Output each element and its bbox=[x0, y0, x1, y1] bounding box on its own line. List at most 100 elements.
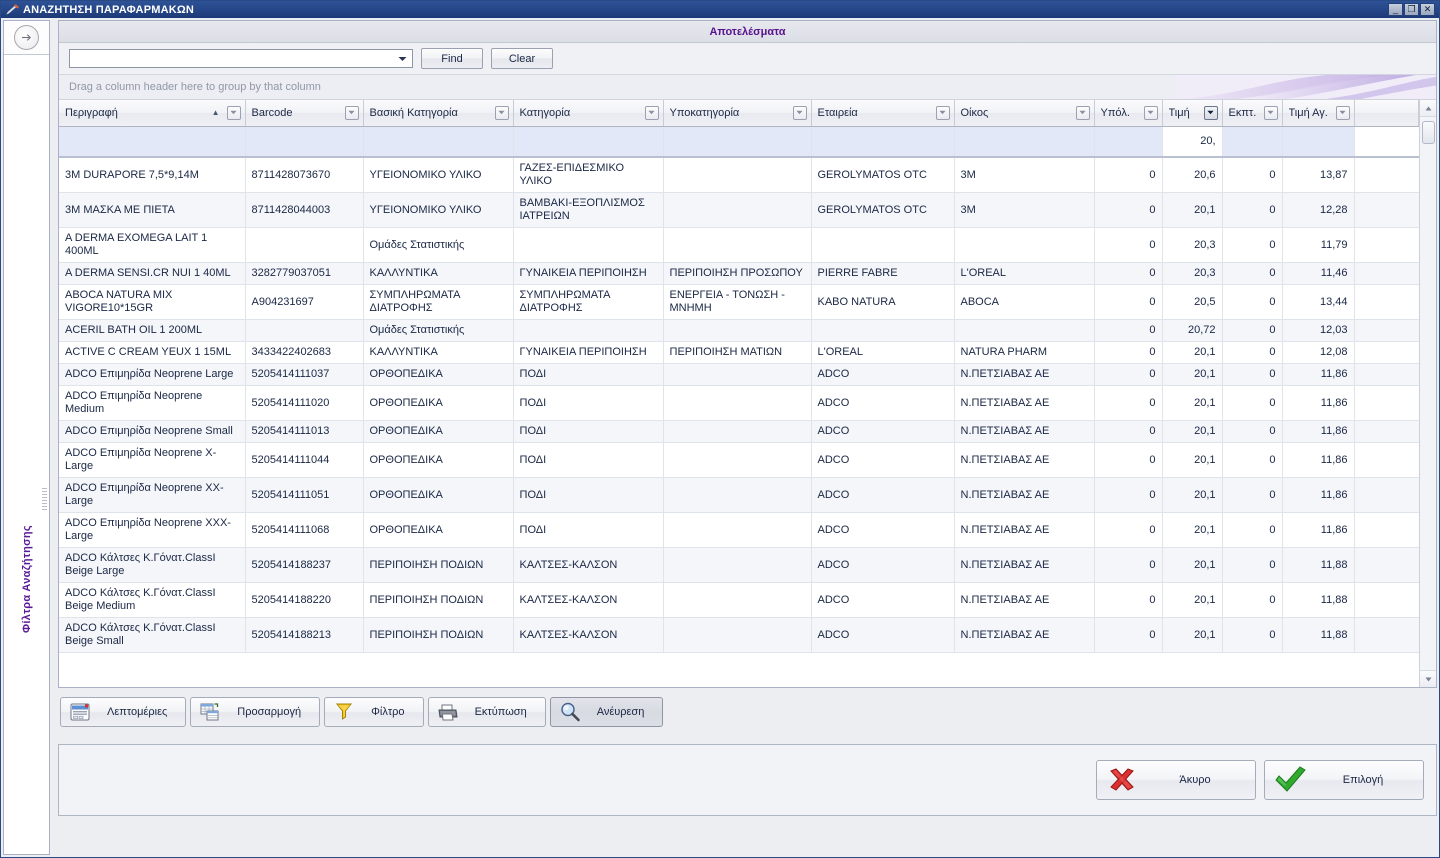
grid-vertical-scrollbar[interactable] bbox=[1419, 100, 1436, 687]
cell-timiag[interactable]: 11,86 bbox=[1282, 512, 1355, 548]
cell-ekpt[interactable]: 0 bbox=[1222, 262, 1283, 285]
cell-perigrafi[interactable]: ACERIL BATH OIL 1 200ML bbox=[59, 319, 246, 342]
cell-barcode[interactable]: 5205414111013 bbox=[245, 420, 364, 443]
find-button[interactable]: Find bbox=[421, 48, 483, 69]
cell-timiag[interactable]: 11,86 bbox=[1282, 420, 1355, 443]
column-filter-icon[interactable] bbox=[1263, 105, 1278, 120]
cell-ekpt[interactable]: 0 bbox=[1222, 512, 1283, 548]
cell-katigoria[interactable]: ΠΟΔΙ bbox=[513, 477, 664, 513]
cell-katigoria[interactable]: ΚΑΛΤΣΕΣ-ΚΑΛΣΟΝ bbox=[513, 617, 664, 653]
cell-basiki[interactable]: ΥΓΕΙΟΝΟΜΙΚΟ ΥΛΙΚΟ bbox=[363, 157, 514, 193]
cell-oikos[interactable]: Ν.ΠΕΤΣΙΑΒΑΣ ΑΕ bbox=[954, 582, 1095, 618]
toolbar-button-προσαρμογή[interactable]: Προσαρμογή bbox=[190, 697, 321, 727]
cell-oikos[interactable]: Ν.ΠΕΤΣΙΑΒΑΣ ΑΕ bbox=[954, 385, 1095, 421]
cell-etaireia[interactable]: GEROLYMATOS OTC bbox=[811, 192, 955, 228]
grid-header-ypokat[interactable]: Υποκατηγορία bbox=[663, 100, 812, 127]
table-row[interactable]: ADCO Επιμηρίδα Neoprene Medium 5205414111… bbox=[59, 385, 1419, 421]
cell-oikos[interactable] bbox=[954, 319, 1095, 342]
cell-oikos[interactable]: Ν.ΠΕΤΣΙΑΒΑΣ ΑΕ bbox=[954, 477, 1095, 513]
cell-etaireia[interactable]: ADCO bbox=[811, 477, 955, 513]
toolbar-button-φίλτρο[interactable]: Φίλτρο bbox=[324, 697, 424, 727]
cell-etaireia[interactable]: L'OREAL bbox=[811, 341, 955, 364]
cell-ypokat[interactable] bbox=[663, 582, 812, 618]
cell-katigoria[interactable]: ΚΑΛΤΣΕΣ-ΚΑΛΣΟΝ bbox=[513, 582, 664, 618]
cell-perigrafi[interactable]: ABOCA NATURA MIX VIGORE10*15GR bbox=[59, 284, 246, 320]
cell-timi[interactable]: 20,1 bbox=[1162, 512, 1223, 548]
filter-cell-katigoria[interactable] bbox=[513, 126, 664, 158]
cell-perigrafi[interactable]: 3M ΜΑΣΚΑ ΜΕ ΠΙΕΤΑ bbox=[59, 192, 246, 228]
filter-cell-basiki[interactable] bbox=[363, 126, 514, 158]
grid-header-ekpt[interactable]: Εκπτ. bbox=[1222, 100, 1283, 127]
cell-timi[interactable]: 20,1 bbox=[1162, 477, 1223, 513]
cell-oikos[interactable]: Ν.ΠΕΤΣΙΑΒΑΣ ΑΕ bbox=[954, 512, 1095, 548]
toolbar-button-ανέυρεση[interactable]: Ανέυρεση bbox=[549, 697, 664, 727]
cell-ypokat[interactable] bbox=[663, 363, 812, 386]
cell-etaireia[interactable] bbox=[811, 227, 955, 263]
cell-timiag[interactable]: 11,79 bbox=[1282, 227, 1355, 263]
cell-oikos[interactable]: 3M bbox=[954, 192, 1095, 228]
cell-barcode[interactable]: 5205414111051 bbox=[245, 477, 364, 513]
table-row[interactable]: ACTIVE C CREAM YEUX 1 15ML 3433422402683 Κ… bbox=[59, 341, 1419, 364]
cell-oikos[interactable]: Ν.ΠΕΤΣΙΑΒΑΣ ΑΕ bbox=[954, 617, 1095, 653]
filter-cell-timiag[interactable] bbox=[1282, 126, 1355, 158]
cell-etaireia[interactable]: ADCO bbox=[811, 512, 955, 548]
restore-button[interactable]: ❐ bbox=[1404, 3, 1419, 16]
cell-katigoria[interactable]: ΒΑΜΒΑΚΙ-ΕΞΟΠΛΙΣΜΟΣ ΙΑΤΡΕΙΩΝ bbox=[513, 192, 664, 228]
cell-barcode[interactable]: 8711428073670 bbox=[245, 157, 364, 193]
cell-ypokat[interactable] bbox=[663, 227, 812, 263]
cell-ypol[interactable]: 0 bbox=[1094, 341, 1163, 364]
grid-header-ypol[interactable]: Υπόλ. bbox=[1094, 100, 1163, 127]
filter-cell-ypokat[interactable] bbox=[663, 126, 812, 158]
cell-katigoria[interactable]: ΠΟΔΙ bbox=[513, 363, 664, 386]
filter-cell-ekpt[interactable] bbox=[1222, 126, 1283, 158]
cell-basiki[interactable]: Ομάδες Στατιστικής bbox=[363, 319, 514, 342]
column-filter-icon[interactable] bbox=[1143, 105, 1158, 120]
cell-ypol[interactable]: 0 bbox=[1094, 227, 1163, 263]
cell-timiag[interactable]: 11,86 bbox=[1282, 477, 1355, 513]
grid-header-oikos[interactable]: Οίκος bbox=[954, 100, 1095, 127]
cell-perigrafi[interactable]: ADCO Επιμηρίδα Neoprene Large bbox=[59, 363, 246, 386]
cell-oikos[interactable]: NATURA PHARM bbox=[954, 341, 1095, 364]
cell-barcode[interactable]: A904231697 bbox=[245, 284, 364, 320]
column-filter-icon[interactable] bbox=[644, 105, 659, 120]
table-row[interactable]: ADCO Κάλτσες Κ.Γόνατ.ClassI Beige Medium… bbox=[59, 582, 1419, 618]
cell-timiag[interactable]: 12,08 bbox=[1282, 341, 1355, 364]
cell-perigrafi[interactable]: ADCO Κάλτσες Κ.Γόνατ.ClassI Beige Small bbox=[59, 617, 246, 653]
cell-ypokat[interactable]: ΕΝΕΡΓΕΙΑ - ΤΟΝΩΣΗ - ΜΝΗΜΗ bbox=[663, 284, 812, 320]
cell-oikos[interactable]: 3M bbox=[954, 157, 1095, 193]
cell-perigrafi[interactable]: ACTIVE C CREAM YEUX 1 15ML bbox=[59, 341, 246, 364]
column-filter-icon[interactable] bbox=[1203, 105, 1218, 120]
cell-timi[interactable]: 20,1 bbox=[1162, 547, 1223, 583]
cell-katigoria[interactable]: ΠΟΔΙ bbox=[513, 385, 664, 421]
cell-timi[interactable]: 20,1 bbox=[1162, 341, 1223, 364]
cell-ypol[interactable]: 0 bbox=[1094, 385, 1163, 421]
cell-etaireia[interactable]: ADCO bbox=[811, 442, 955, 478]
clear-button[interactable]: Clear bbox=[491, 48, 553, 69]
cell-timi[interactable]: 20,1 bbox=[1162, 385, 1223, 421]
cell-ypokat[interactable] bbox=[663, 319, 812, 342]
column-filter-icon[interactable] bbox=[1075, 105, 1090, 120]
cell-ekpt[interactable]: 0 bbox=[1222, 157, 1283, 193]
cell-barcode[interactable]: 5205414111037 bbox=[245, 363, 364, 386]
cell-timi[interactable]: 20,3 bbox=[1162, 262, 1223, 285]
cell-ypokat[interactable] bbox=[663, 385, 812, 421]
cancel-button[interactable]: Άκυρο bbox=[1096, 760, 1256, 800]
cell-oikos[interactable]: Ν.ΠΕΤΣΙΑΒΑΣ ΑΕ bbox=[954, 547, 1095, 583]
cell-ypokat[interactable] bbox=[663, 420, 812, 443]
grid-header-basiki[interactable]: Βασική Κατηγορία bbox=[363, 100, 514, 127]
table-row[interactable]: ADCO Κάλτσες Κ.Γόνατ.ClassI Beige Small 5… bbox=[59, 617, 1419, 653]
search-combo[interactable] bbox=[69, 49, 413, 68]
column-filter-icon[interactable] bbox=[1335, 105, 1350, 120]
cell-ypol[interactable]: 0 bbox=[1094, 617, 1163, 653]
table-row[interactable]: ADCO Κάλτσες Κ.Γόνατ.ClassI Beige Large 5… bbox=[59, 547, 1419, 583]
cell-timi[interactable]: 20,5 bbox=[1162, 284, 1223, 320]
cell-basiki[interactable]: ΠΕΡΙΠΟΙΗΣΗ ΠΟΔΙΩΝ bbox=[363, 617, 514, 653]
cell-timi[interactable]: 20,1 bbox=[1162, 617, 1223, 653]
cell-timi[interactable]: 20,1 bbox=[1162, 363, 1223, 386]
cell-basiki[interactable]: ΟΡΘΟΠΕΔΙΚΑ bbox=[363, 420, 514, 443]
cell-basiki[interactable]: ΚΑΛΛΥΝΤΙΚΑ bbox=[363, 262, 514, 285]
table-row[interactable]: ADCO Επιμηρίδα Neoprene XXX-Large 5205414… bbox=[59, 512, 1419, 548]
filter-cell-perigrafi[interactable] bbox=[59, 126, 246, 158]
cell-ypokat[interactable] bbox=[663, 547, 812, 583]
cell-oikos[interactable] bbox=[954, 227, 1095, 263]
